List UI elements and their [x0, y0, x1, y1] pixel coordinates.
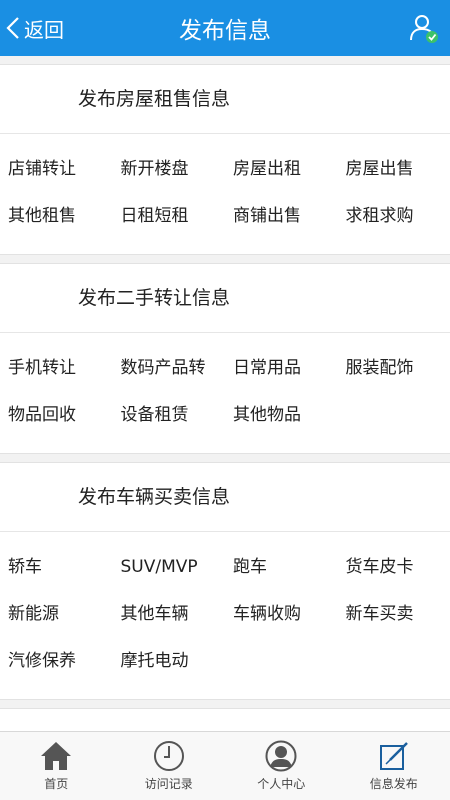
person-icon — [265, 740, 297, 772]
category-item[interactable]: 手机转让 — [0, 345, 113, 392]
category-item[interactable]: 店铺转让 — [0, 146, 113, 193]
category-item[interactable]: 货车皮卡 — [338, 544, 450, 591]
category-item[interactable]: 设备租赁 — [113, 392, 226, 439]
tab-personal-center[interactable]: 个人中心 — [225, 732, 338, 800]
content: 发布房屋租售信息 店铺转让 新开楼盘 房屋出租 房屋出售 其他租售 日租短租 商… — [0, 56, 450, 732]
section-next-partial — [0, 708, 450, 732]
user-check-icon — [410, 15, 438, 43]
category-grid: 手机转让 数码产品转 日常用品 服装配饰 物品回收 设备租赁 其他物品 — [0, 333, 450, 453]
section-title: 发布车辆买卖信息 — [0, 463, 450, 532]
section-secondhand: 发布二手转让信息 手机转让 数码产品转 日常用品 服装配饰 物品回收 设备租赁 … — [0, 263, 450, 454]
tab-home[interactable]: 首页 — [0, 732, 113, 800]
category-item[interactable]: 商铺出售 — [225, 193, 338, 240]
category-item[interactable]: 其他租售 — [0, 193, 113, 240]
category-item[interactable]: 日租短租 — [113, 193, 226, 240]
home-icon — [41, 742, 72, 770]
category-item[interactable]: 新车买卖 — [338, 591, 450, 638]
tab-post-info[interactable]: 信息发布 — [338, 732, 450, 800]
category-item[interactable]: 房屋出租 — [225, 146, 338, 193]
category-item[interactable]: 新开楼盘 — [113, 146, 226, 193]
category-grid: 店铺转让 新开楼盘 房屋出租 房屋出售 其他租售 日租短租 商铺出售 求租求购 — [0, 134, 450, 254]
tab-label: 首页 — [44, 777, 69, 791]
section-vehicles: 发布车辆买卖信息 轿车 SUV/MVP 跑车 货车皮卡 新能源 其他车辆 车辆收… — [0, 462, 450, 700]
category-item[interactable]: 其他车辆 — [113, 591, 226, 638]
edit-icon — [379, 742, 408, 770]
category-item[interactable]: 跑车 — [225, 544, 338, 591]
tab-label: 信息发布 — [369, 777, 418, 791]
screen: 返回 发布信息 发布房屋租售信息 店铺转让 新开楼盘 房屋出租 房屋出售 其他租… — [0, 0, 450, 800]
tab-visit-history[interactable]: 访问记录 — [113, 732, 226, 800]
category-item[interactable]: 车辆收购 — [225, 591, 338, 638]
tab-label: 个人中心 — [257, 777, 306, 791]
user-button[interactable] — [406, 10, 442, 46]
category-item[interactable]: 房屋出售 — [338, 146, 450, 193]
category-item[interactable]: 汽修保养 — [0, 638, 113, 685]
category-item[interactable]: 服装配饰 — [338, 345, 450, 392]
category-item[interactable]: 数码产品转 — [113, 345, 226, 392]
section-title: 发布二手转让信息 — [0, 264, 450, 333]
category-item[interactable]: 摩托电动 — [113, 638, 226, 685]
category-grid: 轿车 SUV/MVP 跑车 货车皮卡 新能源 其他车辆 车辆收购 新车买卖 汽修… — [0, 532, 450, 699]
section-title: 发布房屋租售信息 — [0, 65, 450, 134]
category-item[interactable]: 轿车 — [0, 544, 113, 591]
category-item[interactable]: 物品回收 — [0, 392, 113, 439]
top-bar: 返回 发布信息 — [0, 0, 450, 56]
category-item[interactable]: SUV/MVP — [113, 544, 226, 591]
bottom-tab-bar: 首页 访问记录 个人中心 信息发布 — [0, 731, 450, 800]
category-item[interactable]: 其他物品 — [225, 392, 338, 439]
section-housing: 发布房屋租售信息 店铺转让 新开楼盘 房屋出租 房屋出售 其他租售 日租短租 商… — [0, 64, 450, 255]
category-item[interactable]: 求租求购 — [338, 193, 450, 240]
page-title: 发布信息 — [179, 18, 271, 44]
category-item[interactable]: 新能源 — [0, 591, 113, 638]
category-item[interactable]: 日常用品 — [225, 345, 338, 392]
clock-icon — [153, 741, 184, 771]
tab-label: 访问记录 — [144, 777, 193, 791]
